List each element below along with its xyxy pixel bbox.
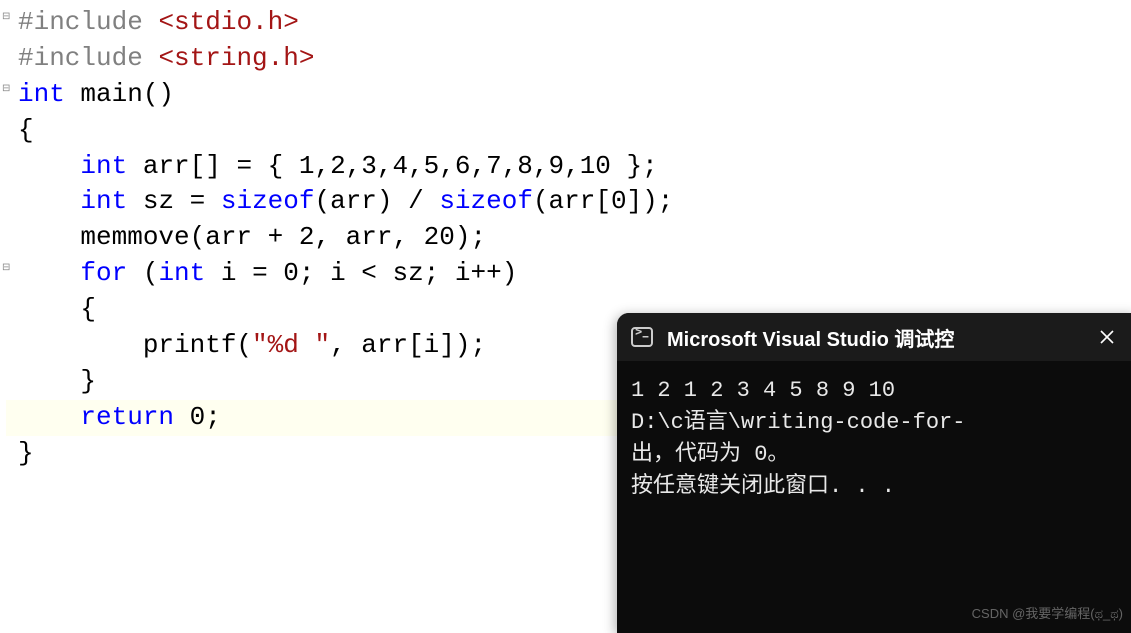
code-token	[18, 402, 80, 432]
code-line[interactable]: ⊟#include <stdio.h>	[6, 5, 1131, 41]
code-token: <string.h>	[158, 43, 314, 73]
close-icon[interactable]	[1091, 321, 1123, 353]
code-token: 0;	[174, 402, 221, 432]
code-token: main()	[65, 79, 174, 109]
code-token: int	[18, 79, 65, 109]
terminal-window: Microsoft Visual Studio 调试控 1 2 1 2 3 4 …	[617, 313, 1131, 633]
code-line[interactable]: int sz = sizeof(arr) / sizeof(arr[0]);	[6, 184, 1131, 220]
code-line[interactable]: {	[6, 113, 1131, 149]
code-token: <stdio.h>	[158, 7, 298, 37]
terminal-output: 1 2 1 2 3 4 5 8 9 10 D:\c语言\writing-code…	[617, 361, 1131, 517]
code-line[interactable]: #include <string.h>	[6, 41, 1131, 77]
code-token: {	[18, 115, 34, 145]
code-token: }	[18, 366, 96, 396]
code-token	[18, 186, 80, 216]
code-token: i = 0; i < sz; i++)	[205, 258, 517, 288]
code-line[interactable]: ⊟int main()	[6, 77, 1131, 113]
code-token: {	[18, 294, 96, 324]
code-token: (arr[0]);	[533, 186, 673, 216]
code-token: (arr) /	[314, 186, 439, 216]
terminal-titlebar: Microsoft Visual Studio 调试控	[617, 313, 1131, 361]
code-token: #include	[18, 43, 158, 73]
code-token: }	[18, 438, 34, 468]
code-token: #include	[18, 7, 158, 37]
code-token: sizeof	[439, 186, 533, 216]
terminal-title: Microsoft Visual Studio 调试控	[667, 323, 1077, 352]
watermark: CSDN @我要学编程(ಥ_ಥ)	[972, 603, 1123, 622]
code-line[interactable]: int arr[] = { 1,2,3,4,5,6,7,8,9,10 };	[6, 149, 1131, 185]
fold-marker-icon[interactable]: ⊟	[2, 264, 12, 274]
code-token: sizeof	[221, 186, 315, 216]
code-line[interactable]: ⊟ for (int i = 0; i < sz; i++)	[6, 256, 1131, 292]
code-line[interactable]: memmove(arr + 2, arr, 20);	[6, 220, 1131, 256]
code-token: int	[80, 186, 127, 216]
code-token: int	[158, 258, 205, 288]
code-token: sz =	[127, 186, 221, 216]
code-token	[18, 151, 80, 181]
code-token: "%d "	[252, 330, 330, 360]
code-token: int	[80, 151, 127, 181]
code-token: return	[80, 402, 174, 432]
code-token: for	[80, 258, 127, 288]
code-token: memmove(arr + 2, arr, 20);	[18, 222, 486, 252]
terminal-icon	[631, 327, 653, 347]
code-token	[18, 258, 80, 288]
code-token: , arr[i]);	[330, 330, 486, 360]
fold-marker-icon[interactable]: ⊟	[2, 85, 12, 95]
code-token: printf(	[18, 330, 252, 360]
code-token: (	[127, 258, 158, 288]
code-token: arr[] = { 1,2,3,4,5,6,7,8,9,10 };	[127, 151, 658, 181]
fold-marker-icon[interactable]: ⊟	[2, 13, 12, 23]
